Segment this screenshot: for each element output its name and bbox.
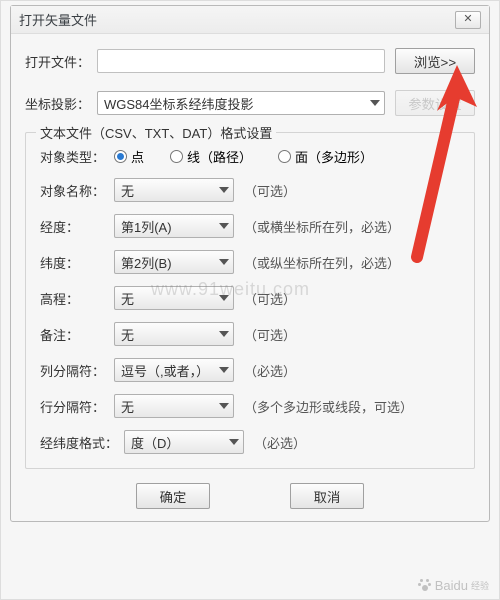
elevation-label: 高程： bbox=[40, 289, 114, 308]
ok-button[interactable]: 确定 bbox=[136, 483, 210, 509]
remark-hint: （可选） bbox=[244, 325, 296, 344]
titlebar: 打开矢量文件 ✕ bbox=[11, 6, 489, 34]
radio-polygon-label: 面（多边形） bbox=[295, 147, 373, 166]
radio-icon bbox=[114, 150, 127, 163]
longitude-hint: （或横坐标所在列，必选） bbox=[244, 217, 400, 236]
col-sep-hint: （必选） bbox=[244, 361, 296, 380]
text-format-group: 文本文件（CSV、TXT、DAT）格式设置 对象类型： 点 线（路径） bbox=[25, 132, 475, 469]
dialog-body: 打开文件： 浏览>> 坐标投影： WGS84坐标系经纬度投影 参数设置 文本文件… bbox=[11, 34, 489, 521]
row-sep-hint: （多个多边形或线段，可选） bbox=[244, 397, 413, 416]
chevron-down-icon bbox=[219, 331, 229, 337]
latitude-select[interactable]: 第2列(B) bbox=[114, 250, 234, 274]
chevron-down-icon bbox=[219, 367, 229, 373]
coord-fmt-hint: （必选） bbox=[254, 433, 306, 452]
close-button[interactable]: ✕ bbox=[455, 11, 481, 29]
radio-point-label: 点 bbox=[131, 147, 144, 166]
chevron-down-icon bbox=[219, 403, 229, 409]
close-icon: ✕ bbox=[463, 14, 472, 25]
col-sep-label: 列分隔符： bbox=[40, 361, 114, 380]
projection-row: 坐标投影： WGS84坐标系经纬度投影 参数设置 bbox=[25, 90, 475, 116]
elevation-hint: （可选） bbox=[244, 289, 296, 308]
longitude-select[interactable]: 第1列(A) bbox=[114, 214, 234, 238]
group-legend: 文本文件（CSV、TXT、DAT）格式设置 bbox=[36, 123, 276, 142]
elevation-value: 无 bbox=[121, 289, 134, 308]
row-sep-select[interactable]: 无 bbox=[114, 394, 234, 418]
cancel-button-label: 取消 bbox=[314, 487, 341, 506]
latitude-value: 第2列(B) bbox=[121, 253, 172, 272]
radio-point[interactable]: 点 bbox=[114, 147, 144, 166]
remark-select[interactable]: 无 bbox=[114, 322, 234, 346]
radio-icon bbox=[278, 150, 291, 163]
object-name-row: 对象名称： 无 （可选） bbox=[40, 178, 460, 202]
cancel-button[interactable]: 取消 bbox=[290, 483, 364, 509]
coord-fmt-row: 经纬度格式： 度（D） （必选） bbox=[40, 430, 460, 454]
remark-label: 备注： bbox=[40, 325, 114, 344]
coord-fmt-label: 经纬度格式： bbox=[40, 433, 124, 452]
col-sep-row: 列分隔符： 逗号（,或者，） （必选） bbox=[40, 358, 460, 382]
chevron-down-icon bbox=[219, 187, 229, 193]
chevron-down-icon bbox=[370, 100, 380, 106]
elevation-row: 高程： 无 （可选） bbox=[40, 286, 460, 310]
latitude-label: 纬度： bbox=[40, 253, 114, 272]
radio-line[interactable]: 线（路径） bbox=[170, 147, 252, 166]
open-file-input[interactable] bbox=[97, 49, 385, 73]
object-name-value: 无 bbox=[121, 181, 134, 200]
object-type-row: 对象类型： 点 线（路径） 面（多边形） bbox=[40, 147, 460, 166]
baidu-watermark: Baidu 经验 bbox=[418, 578, 489, 593]
open-file-row: 打开文件： 浏览>> bbox=[25, 48, 475, 74]
radio-icon bbox=[170, 150, 183, 163]
latitude-hint: （或纵坐标所在列，必选） bbox=[244, 253, 400, 272]
paw-icon bbox=[418, 579, 432, 593]
row-sep-row: 行分隔符： 无 （多个多边形或线段，可选） bbox=[40, 394, 460, 418]
longitude-row: 经度： 第1列(A) （或横坐标所在列，必选） bbox=[40, 214, 460, 238]
projection-select[interactable]: WGS84坐标系经纬度投影 bbox=[97, 91, 385, 115]
row-sep-label: 行分隔符： bbox=[40, 397, 114, 416]
object-name-select[interactable]: 无 bbox=[114, 178, 234, 202]
projection-value: WGS84坐标系经纬度投影 bbox=[104, 94, 254, 113]
coord-fmt-select[interactable]: 度（D） bbox=[124, 430, 244, 454]
latitude-row: 纬度： 第2列(B) （或纵坐标所在列，必选） bbox=[40, 250, 460, 274]
baidu-logo-sub: 经验 bbox=[471, 579, 489, 592]
params-button-label: 参数设置 bbox=[408, 94, 461, 113]
coord-fmt-value: 度（D） bbox=[131, 433, 179, 452]
radio-line-label: 线（路径） bbox=[187, 147, 252, 166]
open-file-label: 打开文件： bbox=[25, 52, 97, 71]
window-title: 打开矢量文件 bbox=[19, 10, 97, 29]
browse-button-label: 浏览>> bbox=[414, 52, 456, 71]
dialog-footer: 确定 取消 bbox=[25, 483, 475, 509]
ok-button-label: 确定 bbox=[160, 487, 187, 506]
longitude-label: 经度： bbox=[40, 217, 114, 236]
chevron-down-icon bbox=[219, 295, 229, 301]
col-sep-value: 逗号（,或者，） bbox=[121, 361, 209, 380]
radio-polygon[interactable]: 面（多边形） bbox=[278, 147, 373, 166]
object-name-label: 对象名称： bbox=[40, 181, 114, 200]
dialog-window: 打开矢量文件 ✕ 打开文件： 浏览>> 坐标投影： WGS84坐标系经纬度投影 bbox=[10, 5, 490, 522]
remark-value: 无 bbox=[121, 325, 134, 344]
viewport: 打开矢量文件 ✕ 打开文件： 浏览>> 坐标投影： WGS84坐标系经纬度投影 bbox=[0, 0, 500, 600]
chevron-down-icon bbox=[219, 259, 229, 265]
chevron-down-icon bbox=[229, 439, 239, 445]
row-sep-value: 无 bbox=[121, 397, 134, 416]
object-type-radios: 点 线（路径） 面（多边形） bbox=[114, 147, 373, 166]
browse-button[interactable]: 浏览>> bbox=[395, 48, 475, 74]
col-sep-select[interactable]: 逗号（,或者，） bbox=[114, 358, 234, 382]
object-type-label: 对象类型： bbox=[40, 147, 114, 166]
elevation-select[interactable]: 无 bbox=[114, 286, 234, 310]
chevron-down-icon bbox=[219, 223, 229, 229]
projection-label: 坐标投影： bbox=[25, 94, 97, 113]
baidu-logo-text: Baidu bbox=[435, 578, 468, 593]
remark-row: 备注： 无 （可选） bbox=[40, 322, 460, 346]
params-button: 参数设置 bbox=[395, 90, 475, 116]
object-name-hint: （可选） bbox=[244, 181, 296, 200]
longitude-value: 第1列(A) bbox=[121, 217, 172, 236]
